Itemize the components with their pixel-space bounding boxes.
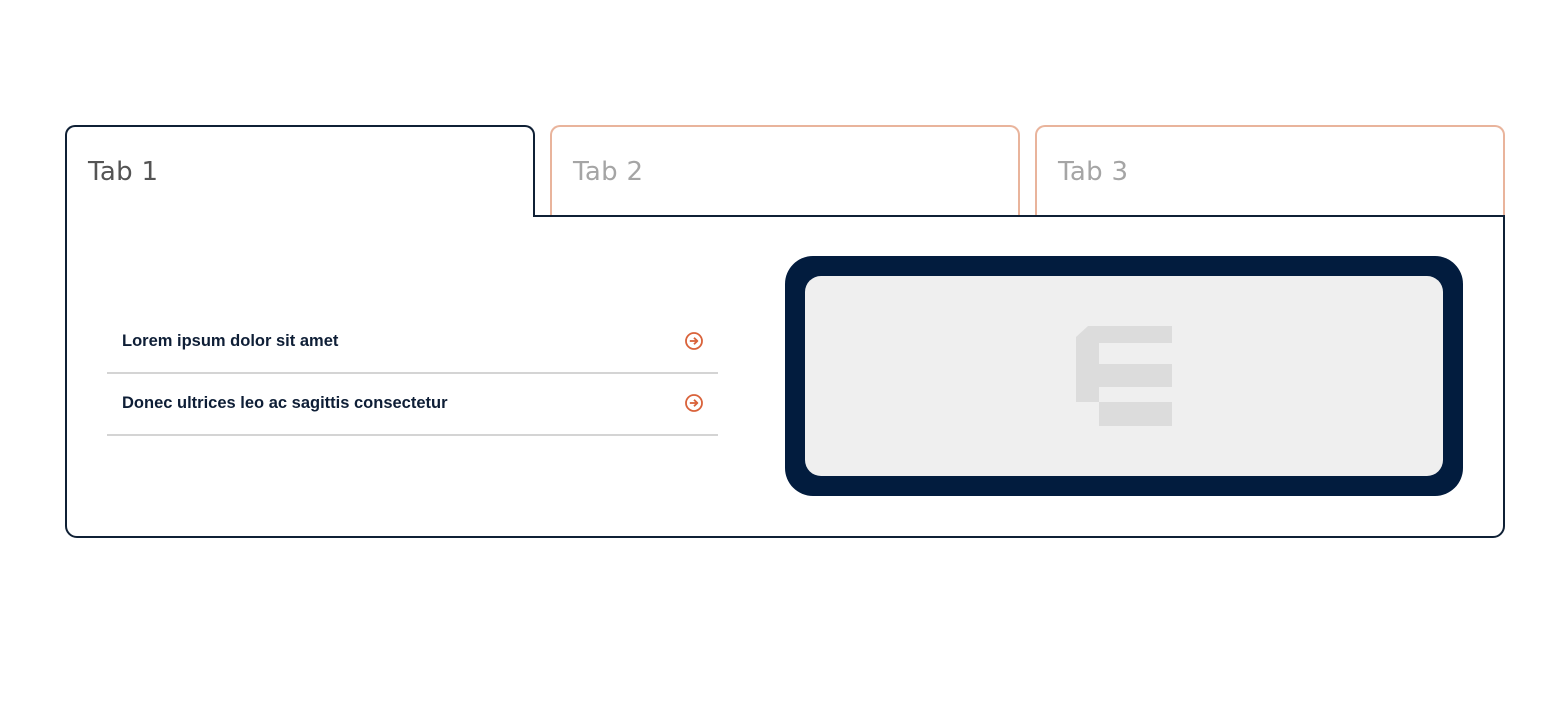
link-list: Lorem ipsum dolor sit amet Donec ultrice…	[107, 312, 718, 436]
tab-3[interactable]: Tab 3	[1035, 125, 1505, 215]
image-placeholder	[805, 276, 1443, 476]
image-frame	[785, 256, 1463, 496]
link-item-lorem-ipsum[interactable]: Lorem ipsum dolor sit amet	[107, 312, 718, 374]
tab-1[interactable]: Tab 1	[65, 125, 535, 217]
arrow-circle-right-icon[interactable]	[684, 331, 704, 351]
link-text: Lorem ipsum dolor sit amet	[122, 332, 339, 350]
elementor-logo-placeholder-icon	[1076, 326, 1172, 426]
link-text: Donec ultrices leo ac sagittis consectet…	[122, 394, 448, 412]
tab-2-label: Tab 2	[573, 157, 644, 187]
tab-panel: Lorem ipsum dolor sit amet Donec ultrice…	[65, 215, 1505, 538]
link-item-donec-ultrices[interactable]: Donec ultrices leo ac sagittis consectet…	[107, 374, 718, 436]
tabs-widget: Tab 1 Tab 2 Tab 3 Lorem ipsum dolor sit …	[65, 125, 1505, 538]
tab-1-label: Tab 1	[88, 157, 159, 187]
arrow-circle-right-icon[interactable]	[684, 393, 704, 413]
tab-list: Tab 1 Tab 2 Tab 3	[65, 125, 1505, 217]
tab-3-label: Tab 3	[1058, 157, 1129, 187]
tab-2[interactable]: Tab 2	[550, 125, 1020, 215]
